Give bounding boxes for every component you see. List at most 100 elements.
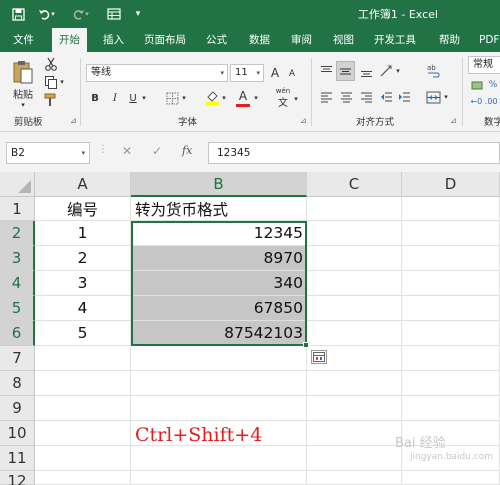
copy-dropdown-icon[interactable]: ▾ xyxy=(58,74,66,90)
cell-b7[interactable] xyxy=(131,346,307,371)
shrink-font-icon[interactable]: A xyxy=(285,66,299,82)
fill-color-dropdown-icon[interactable]: ▾ xyxy=(220,90,228,106)
borders-icon[interactable] xyxy=(164,90,180,106)
cell-c6[interactable] xyxy=(307,321,402,346)
cell-a12[interactable] xyxy=(35,471,131,485)
cell-b11[interactable] xyxy=(131,446,307,471)
font-name-combo[interactable]: 等线 ▾ xyxy=(86,64,228,82)
cell-d5[interactable] xyxy=(402,296,500,321)
row-header-2[interactable]: 2 xyxy=(0,221,35,246)
cell-c9[interactable] xyxy=(307,396,402,421)
formula-input[interactable]: 12345 xyxy=(208,142,500,164)
cell-d12[interactable] xyxy=(402,471,500,485)
cell-d2[interactable] xyxy=(402,221,500,246)
form-icon[interactable] xyxy=(104,4,124,24)
italic-button[interactable]: I xyxy=(108,90,122,106)
row-header-8[interactable]: 8 xyxy=(0,371,35,396)
font-color-dropdown-icon[interactable]: ▾ xyxy=(252,90,260,106)
cell-b1[interactable]: 转为货币格式 xyxy=(131,197,307,221)
cell-d8[interactable] xyxy=(402,371,500,396)
tab-insert[interactable]: 插入 xyxy=(96,28,131,52)
undo-dropdown-icon[interactable]: ▾ xyxy=(48,4,58,24)
align-center-icon[interactable] xyxy=(338,88,354,106)
save-icon[interactable] xyxy=(8,4,28,24)
redo-dropdown-icon[interactable]: ▾ xyxy=(82,4,92,24)
increase-indent-icon[interactable] xyxy=(396,88,412,106)
align-middle-icon[interactable] xyxy=(336,61,355,81)
cancel-icon[interactable]: ✕ xyxy=(122,144,132,158)
decrease-indent-icon[interactable] xyxy=(378,88,394,106)
insert-function-icon[interactable]: fx xyxy=(182,144,192,157)
row-header-3[interactable]: 3 xyxy=(0,246,35,271)
row-header-7[interactable]: 7 xyxy=(0,346,35,371)
tab-page-layout[interactable]: 页面布局 xyxy=(137,28,193,52)
column-header-a[interactable]: A xyxy=(35,172,131,197)
cell-d4[interactable] xyxy=(402,271,500,296)
column-header-c[interactable]: C xyxy=(307,172,402,197)
cell-b5[interactable]: 67850 xyxy=(131,296,307,321)
cell-c1[interactable] xyxy=(307,197,402,221)
cell-b12[interactable] xyxy=(131,471,307,485)
row-header-11[interactable]: 11 xyxy=(0,446,35,471)
tab-view[interactable]: 视图 xyxy=(326,28,361,52)
grow-font-icon[interactable]: A xyxy=(268,64,282,82)
alignment-launcher-icon[interactable]: ⊿ xyxy=(450,116,457,125)
cell-d1[interactable] xyxy=(402,197,500,221)
cell-d6[interactable] xyxy=(402,321,500,346)
cell-a9[interactable] xyxy=(35,396,131,421)
row-header-10[interactable]: 10 xyxy=(0,421,35,446)
cell-a8[interactable] xyxy=(35,371,131,396)
column-header-d[interactable]: D xyxy=(402,172,500,197)
font-color-icon[interactable]: A xyxy=(236,88,250,104)
underline-dropdown-icon[interactable]: ▾ xyxy=(140,90,148,106)
cell-c2[interactable] xyxy=(307,221,402,246)
cell-c8[interactable] xyxy=(307,371,402,396)
phonetic-char-icon[interactable]: 文 xyxy=(276,95,290,109)
row-header-1[interactable]: 1 xyxy=(0,197,35,221)
paste-icon[interactable] xyxy=(10,58,36,86)
cut-icon[interactable] xyxy=(42,56,60,72)
align-bottom-icon[interactable] xyxy=(358,62,374,80)
cell-a5[interactable]: 4 xyxy=(35,296,131,321)
clipboard-launcher-icon[interactable]: ⊿ xyxy=(70,116,77,125)
cell-c11[interactable] xyxy=(307,446,402,471)
row-header-9[interactable]: 9 xyxy=(0,396,35,421)
align-left-icon[interactable] xyxy=(318,88,334,106)
wrap-text-icon[interactable]: ab xyxy=(424,60,442,80)
cell-a7[interactable] xyxy=(35,346,131,371)
tab-formulas[interactable]: 公式 xyxy=(199,28,234,52)
cell-a6[interactable]: 5 xyxy=(35,321,131,346)
cell-a2[interactable]: 1 xyxy=(35,221,131,246)
tab-help[interactable]: 帮助 xyxy=(432,28,467,52)
row-header-4[interactable]: 4 xyxy=(0,271,35,296)
cell-c12[interactable] xyxy=(307,471,402,485)
cell-c10[interactable] xyxy=(307,421,402,446)
tab-pdf[interactable]: PDF xyxy=(472,28,500,52)
orientation-icon[interactable] xyxy=(378,62,394,80)
tab-home[interactable]: 开始 xyxy=(52,28,87,52)
tab-developer[interactable]: 开发工具 xyxy=(367,28,423,52)
cell-d7[interactable] xyxy=(402,346,500,371)
format-painter-icon[interactable] xyxy=(42,92,60,108)
number-format-combo[interactable]: 常规 xyxy=(468,56,500,74)
cell-b4[interactable]: 340 xyxy=(131,271,307,296)
decimal-places-icon[interactable]: ←0 .00 xyxy=(468,94,500,108)
cell-d3[interactable] xyxy=(402,246,500,271)
cell-c4[interactable] xyxy=(307,271,402,296)
cell-a11[interactable] xyxy=(35,446,131,471)
percent-style-icon[interactable]: % xyxy=(486,78,500,92)
fill-color-icon[interactable] xyxy=(204,89,220,107)
customize-icon[interactable]: ▾ xyxy=(128,4,148,24)
tab-data[interactable]: 数据 xyxy=(242,28,277,52)
paste-button[interactable]: 粘贴 xyxy=(10,86,36,101)
row-header-6[interactable]: 6 xyxy=(0,321,35,346)
column-header-b[interactable]: B xyxy=(131,172,307,197)
align-top-icon[interactable] xyxy=(318,62,334,80)
font-launcher-icon[interactable]: ⊿ xyxy=(300,116,307,125)
merge-center-icon[interactable] xyxy=(424,88,442,106)
font-size-combo[interactable]: 11 ▾ xyxy=(230,64,264,82)
cell-a4[interactable]: 3 xyxy=(35,271,131,296)
accounting-format-icon[interactable] xyxy=(470,78,484,92)
cell-b2[interactable]: 12345 xyxy=(131,221,307,246)
cell-c3[interactable] xyxy=(307,246,402,271)
